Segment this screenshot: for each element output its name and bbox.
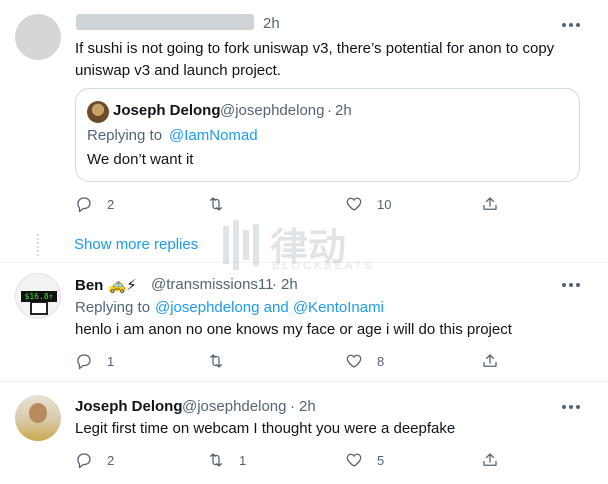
thread-connector <box>37 234 39 256</box>
reply-count: 2 <box>107 196 115 212</box>
share-icon <box>483 197 497 210</box>
heart-icon <box>346 197 362 211</box>
display-name[interactable]: Joseph Delong <box>75 398 183 415</box>
replying-to-prefix: Replying to <box>87 127 163 144</box>
username-blurred[interactable] <box>76 14 254 30</box>
retweet-icon <box>210 197 222 211</box>
person-icon <box>29 403 47 423</box>
like-button[interactable]: 10 <box>345 195 391 213</box>
retweet-icon <box>210 453 222 467</box>
avatar[interactable]: $16.8↑ <box>15 273 61 319</box>
reply-icon <box>77 453 91 469</box>
timestamp[interactable]: 2h <box>335 102 352 119</box>
retweet-count: 1 <box>239 452 247 468</box>
timestamp[interactable]: 2h <box>299 398 316 415</box>
like-count: 10 <box>377 196 392 212</box>
share-button[interactable] <box>481 352 499 370</box>
share-button[interactable] <box>481 195 499 213</box>
reply-count: 1 <box>107 353 115 369</box>
quoted-tweet[interactable]: Joseph Delong @josephdelong · 2h Replyin… <box>75 88 580 182</box>
tweet-text: If sushi is not going to fork uniswap v3… <box>75 40 555 79</box>
avatar[interactable] <box>87 101 109 123</box>
share-button[interactable] <box>481 451 499 469</box>
separator: · <box>272 276 277 293</box>
reply-count: 2 <box>107 452 115 468</box>
reply-button[interactable]: 2 <box>75 451 114 469</box>
tweet-2[interactable]: $16.8↑ Ben 🚕⚡ @transmissions11 · 2h Repl… <box>0 263 608 381</box>
avatar[interactable] <box>15 395 61 441</box>
avatar-blurred[interactable] <box>15 14 61 60</box>
display-name[interactable]: Ben 🚕⚡ <box>75 276 137 294</box>
separator: · <box>290 398 295 415</box>
pixel-face-icon <box>30 301 48 315</box>
tweet-text: henlo i am anon no one knows my face or … <box>75 321 512 338</box>
timestamp[interactable]: 2h <box>263 15 280 32</box>
like-count: 5 <box>377 452 385 468</box>
replying-to-prefix: Replying to <box>75 299 151 316</box>
retweet-icon <box>210 354 222 368</box>
handle[interactable]: @josephdelong <box>182 398 286 415</box>
retweet-button[interactable]: 1 <box>207 451 246 469</box>
reply-icon <box>77 354 91 370</box>
separator: · <box>327 102 332 119</box>
reply-icon <box>77 197 91 213</box>
tweet-1[interactable]: 2h If sushi is not going to fork uniswap… <box>0 0 608 228</box>
reply-button[interactable]: 2 <box>75 195 114 213</box>
handle[interactable]: @transmissions11 <box>151 276 274 293</box>
more-options-icon[interactable] <box>558 400 584 414</box>
replying-to-link[interactable]: @josephdelong and @KentoInami <box>155 299 384 316</box>
retweet-button[interactable] <box>207 195 239 213</box>
heart-icon <box>346 354 362 368</box>
share-icon <box>483 453 497 466</box>
heart-icon <box>346 453 362 467</box>
like-button[interactable]: 5 <box>345 451 384 469</box>
glasses-badge: $16.8↑ <box>21 291 57 302</box>
handle[interactable]: @josephdelong <box>220 102 324 119</box>
replying-to-link[interactable]: @IamNomad <box>169 127 258 144</box>
tweet-3[interactable]: Joseph Delong @josephdelong · 2h Legit f… <box>0 382 608 484</box>
like-count: 8 <box>377 353 385 369</box>
more-options-icon[interactable] <box>558 278 584 292</box>
tweet-text: Legit first time on webcam I thought you… <box>75 420 456 437</box>
reply-button[interactable]: 1 <box>75 352 114 370</box>
more-options-icon[interactable] <box>558 18 584 32</box>
display-name[interactable]: Joseph Delong <box>113 102 221 119</box>
like-button[interactable]: 8 <box>345 352 384 370</box>
quoted-text: We don’t want it <box>87 151 194 168</box>
timestamp[interactable]: 2h <box>281 276 298 293</box>
share-icon <box>483 354 497 367</box>
retweet-button[interactable] <box>207 352 239 370</box>
show-more-replies-link[interactable]: Show more replies <box>74 236 198 253</box>
